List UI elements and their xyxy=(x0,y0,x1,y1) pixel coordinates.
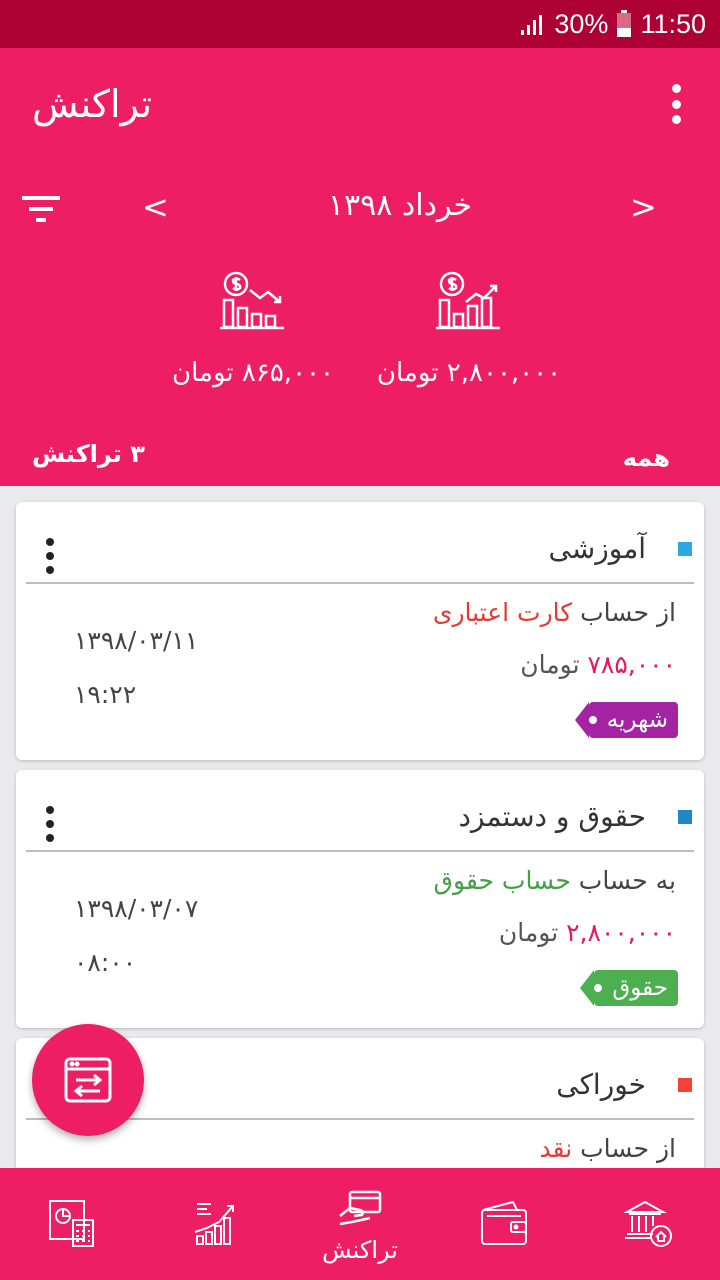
month-label: خرداد ۱۳۹۸ xyxy=(327,188,473,223)
account-name: نقد xyxy=(539,1134,573,1163)
card-divider xyxy=(26,582,694,584)
tag-badge[interactable]: حقوق xyxy=(580,970,678,1006)
nav-reports[interactable] xyxy=(0,1168,144,1280)
nav-banks[interactable] xyxy=(576,1168,720,1280)
category-color-square xyxy=(678,542,692,556)
nav-charts[interactable] xyxy=(144,1168,288,1280)
amount-line: ۷۸۵,۰۰۰ تومان xyxy=(520,650,676,679)
transaction-time: ۰۸:۰۰ xyxy=(74,948,137,977)
amount-line: ۲,۸۰۰,۰۰۰ تومان xyxy=(499,918,676,947)
calculator-report-icon xyxy=(49,1200,94,1247)
account-name: کارت اعتباری xyxy=(432,598,573,627)
expense-total: ۸۶۵,۰۰۰ تومان xyxy=(172,358,334,388)
wallet-icon xyxy=(481,1200,527,1245)
transaction-card[interactable]: حقوق و دستمزد به حساب حساب حقوق ۲,۸۰۰,۰۰… xyxy=(16,770,704,1028)
card-menu-icon[interactable] xyxy=(44,806,56,842)
battery-icon xyxy=(617,10,632,37)
amount-value: ۲,۸۰۰,۰۰۰ xyxy=(566,918,676,947)
currency-label: تومان xyxy=(520,650,580,679)
next-month-button[interactable]: > xyxy=(630,188,657,226)
amount-value: ۷۸۵,۰۰۰ xyxy=(587,650,676,679)
previous-month-button[interactable]: < xyxy=(142,188,169,226)
nav-transactions[interactable]: تراکنش xyxy=(288,1168,432,1280)
bottom-navigation: تراکنش xyxy=(0,1168,720,1280)
expense-chart-icon xyxy=(220,271,284,330)
transaction-date: ۱۳۹۸/۰۳/۰۷ xyxy=(74,894,199,923)
category-title: حقوق و دستمزد xyxy=(458,800,646,833)
tag-badge[interactable]: شهریه xyxy=(574,702,678,738)
header: تراکنش < خرداد ۱۳۹۸ > ۸۶۵,۰۰۰ تومان ۲,۸۰… xyxy=(0,48,720,486)
battery-percent: 30% xyxy=(554,8,609,39)
overflow-menu-icon[interactable] xyxy=(662,84,690,124)
income-chart-icon xyxy=(436,271,500,330)
card-menu-icon[interactable] xyxy=(44,538,56,574)
category-title: آموزشی xyxy=(548,532,646,565)
direction-label: از حساب xyxy=(580,1134,676,1163)
transaction-card[interactable]: آموزشی از حساب کارت اعتباری ۷۸۵,۰۰۰ توما… xyxy=(16,502,704,760)
transaction-count: ۳ تراکنش xyxy=(32,440,145,468)
growth-chart-icon xyxy=(194,1203,234,1245)
nav-wallets[interactable] xyxy=(432,1168,576,1280)
page-title: تراکنش xyxy=(32,82,153,126)
status-bar: 30% 11:50 xyxy=(0,0,720,48)
card-payment-icon xyxy=(339,1190,382,1226)
clock: 11:50 xyxy=(640,8,706,39)
transaction-time: ۱۹:۲۲ xyxy=(74,680,137,709)
nav-transactions-label: تراکنش xyxy=(322,1236,398,1264)
account-line: از حساب کارت اعتباری xyxy=(433,598,676,627)
direction-label: به حساب xyxy=(578,866,676,895)
category-color-square xyxy=(678,1078,692,1092)
currency-label: تومان xyxy=(498,918,559,947)
account-line: از حساب نقد xyxy=(539,1134,676,1163)
filter-icon[interactable] xyxy=(22,196,60,222)
income-total: ۲,۸۰۰,۰۰۰ تومان xyxy=(376,358,562,388)
status-bar-right: 30% 11:50 xyxy=(520,6,706,42)
category-color-square xyxy=(678,810,692,824)
transaction-date: ۱۳۹۸/۰۳/۱۱ xyxy=(74,626,199,655)
direction-label: از حساب xyxy=(580,598,676,627)
filter-all-button[interactable]: همه xyxy=(623,444,670,472)
signal-icon xyxy=(521,15,543,35)
bank-icon xyxy=(623,1200,672,1247)
account-name: حساب حقوق xyxy=(433,866,571,895)
transfer-window-icon xyxy=(64,1057,112,1103)
card-divider xyxy=(26,850,694,852)
category-title: خوراکی xyxy=(556,1068,646,1101)
account-line: به حساب حساب حقوق xyxy=(434,866,676,895)
add-transaction-button[interactable] xyxy=(32,1024,144,1136)
